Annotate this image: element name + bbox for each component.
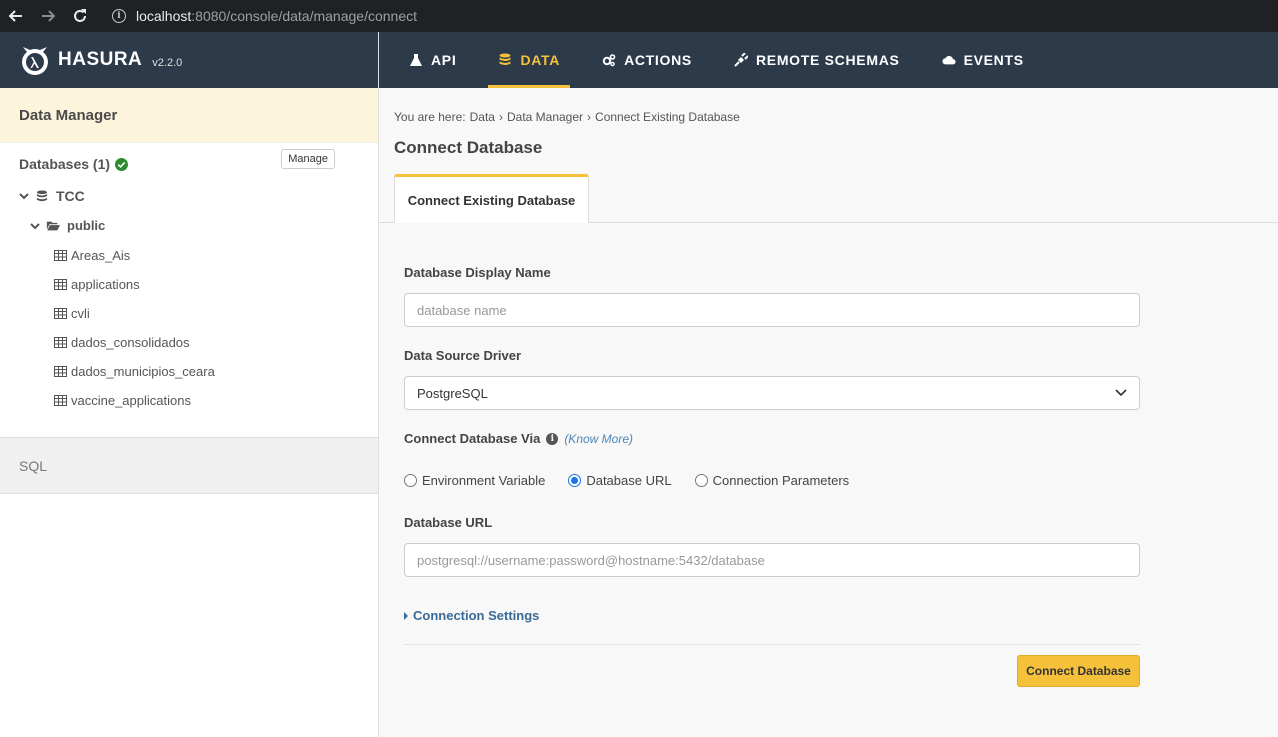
breadcrumb-item-data[interactable]: Data (470, 110, 495, 124)
table-icon (54, 250, 67, 261)
database-icon (499, 53, 511, 65)
connect-database-button[interactable]: Connect Database (1017, 655, 1140, 687)
manage-button[interactable]: Manage (281, 149, 335, 169)
plug-icon (734, 53, 748, 67)
connect-via-radio-group: Environment Variable Database URL Connec… (404, 473, 1141, 488)
divider (404, 644, 1140, 645)
tree-schema-public[interactable]: public (0, 218, 378, 233)
table-name: cvli (71, 306, 90, 321)
hasura-logo-icon[interactable] (18, 43, 52, 77)
breadcrumb-item-data-manager[interactable]: Data Manager (507, 110, 583, 124)
caret-right-icon (404, 611, 408, 620)
main-panel: API DATA ACTIONS REMOTE SCHEMAS EVENTS Y… (379, 32, 1278, 737)
folder-open-icon (46, 221, 60, 231)
breadcrumb: You are here: Data › Data Manager › Conn… (394, 110, 1278, 124)
nav-remote-schemas[interactable]: REMOTE SCHEMAS (734, 32, 900, 88)
content-area: You are here: Data › Data Manager › Conn… (379, 88, 1278, 737)
cogs-icon (602, 54, 616, 67)
cloud-icon (942, 55, 956, 65)
sidebar-item-sql[interactable]: SQL (0, 438, 378, 494)
radio-button[interactable] (404, 474, 417, 487)
table-icon (54, 395, 67, 406)
table-icon (54, 279, 67, 290)
databases-title: Databases (1) (19, 156, 111, 172)
nav-events[interactable]: EVENTS (942, 32, 1024, 88)
connect-form: Database Display Name database name Data… (394, 265, 1141, 687)
driver-select[interactable]: PostgreSQL (404, 376, 1140, 410)
data-manager-header[interactable]: Data Manager (0, 88, 378, 143)
logo-bar: HASURA v2.2.0 (0, 32, 378, 88)
know-more-link[interactable]: (Know More) (564, 432, 633, 446)
info-icon[interactable]: i (112, 9, 126, 23)
chevron-down-icon (1115, 389, 1127, 397)
arrow-right-icon (42, 10, 56, 22)
table-name: vaccine_applications (71, 393, 191, 408)
page-title: Connect Database (394, 138, 543, 157)
table-item[interactable]: cvli (0, 299, 378, 328)
version-label: v2.2.0 (152, 57, 183, 69)
table-item[interactable]: dados_municipios_ceara (0, 357, 378, 386)
table-item[interactable]: Areas_Ais (0, 241, 378, 270)
radio-environment-variable[interactable]: Environment Variable (404, 473, 545, 488)
reload-icon (74, 9, 86, 22)
database-name: TCC (56, 188, 85, 204)
table-icon (54, 308, 67, 319)
nav-data[interactable]: DATA (488, 32, 570, 88)
nav-actions[interactable]: ACTIONS (602, 32, 692, 88)
radio-database-url[interactable]: Database URL (568, 473, 672, 488)
top-nav: API DATA ACTIONS REMOTE SCHEMAS EVENTS (379, 32, 1278, 88)
connection-settings-toggle[interactable]: Connection Settings (404, 608, 1141, 623)
chevron-down-icon (19, 193, 29, 200)
sidebar: HASURA v2.2.0 Data Manager Databases (1)… (0, 32, 379, 737)
reload-button[interactable] (64, 0, 96, 32)
back-button[interactable] (0, 0, 32, 32)
table-icon (54, 366, 67, 377)
flask-icon (410, 54, 422, 66)
forward-button[interactable] (32, 0, 64, 32)
table-name: dados_consolidados (71, 335, 190, 350)
table-name: applications (71, 277, 140, 292)
nav-api[interactable]: API (409, 32, 456, 88)
table-icon (54, 337, 67, 348)
schema-name: public (67, 218, 106, 233)
driver-select-value: PostgreSQL (417, 385, 488, 401)
browser-toolbar: i localhost:8080/console/data/manage/con… (0, 0, 1278, 32)
table-item[interactable]: applications (0, 270, 378, 299)
radio-button[interactable] (694, 474, 708, 487)
arrow-left-icon (8, 10, 22, 22)
tab-connect-existing-database[interactable]: Connect Existing Database (394, 174, 589, 223)
breadcrumb-prefix: You are here: (394, 110, 466, 124)
tree-database-tcc[interactable]: TCC (0, 188, 378, 204)
table-name: Areas_Ais (71, 248, 131, 263)
url-text: localhost:8080/console/data/manage/conne… (136, 8, 417, 24)
radio-connection-parameters[interactable]: Connection Parameters (694, 473, 849, 488)
radio-button-checked[interactable] (568, 474, 582, 487)
display-name-label: Database Display Name (404, 265, 551, 280)
database-url-input[interactable]: postgresql://username:password@hostname:… (404, 543, 1140, 577)
connect-via-row: Connect Database Via i (Know More) (404, 431, 1141, 446)
database-icon (36, 189, 48, 201)
databases-section: Databases (1) Manage TCC public Areas_Ai… (0, 143, 378, 438)
address-bar[interactable]: i localhost:8080/console/data/manage/con… (100, 0, 1278, 32)
display-name-input[interactable]: database name (404, 293, 1140, 327)
table-name: dados_municipios_ceara (71, 364, 215, 379)
connect-via-label: Connect Database Via (404, 431, 541, 446)
breadcrumb-item-current: Connect Existing Database (595, 110, 740, 124)
driver-label: Data Source Driver (404, 348, 522, 363)
breadcrumb-separator: › (587, 110, 592, 124)
submit-row: Connect Database (404, 655, 1140, 687)
tabs-row: Connect Existing Database (379, 174, 1278, 223)
table-list: Areas_Ais applications cvli dados_consolida… (0, 241, 378, 415)
breadcrumb-separator: › (498, 110, 503, 124)
table-item[interactable]: dados_consolidados (0, 328, 378, 357)
database-url-label: Database URL (404, 515, 493, 530)
chevron-down-icon (30, 222, 40, 229)
logo-text: HASURA (58, 49, 143, 70)
check-circle-icon (115, 157, 129, 171)
table-item[interactable]: vaccine_applications (0, 386, 378, 415)
info-circle-icon[interactable]: i (546, 432, 559, 445)
